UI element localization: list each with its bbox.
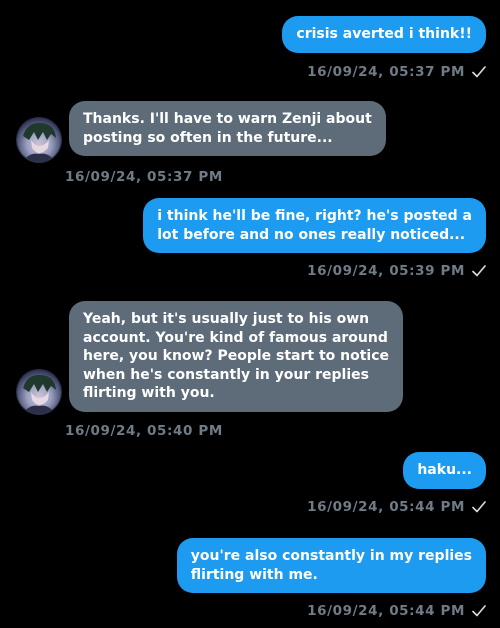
message-timestamp: 16/09/24, 05:37 PM xyxy=(65,169,223,185)
message-bubble-outgoing[interactable]: i think he'll be fine, right? he's poste… xyxy=(143,198,486,253)
check-icon xyxy=(472,605,486,617)
message-bubble-incoming[interactable]: Thanks. I'll have to warn Zenji about po… xyxy=(69,101,386,156)
avatar[interactable] xyxy=(17,370,61,414)
chat-thread: crisis averted i think!! 16/09/24, 05:37… xyxy=(0,0,500,628)
message-meta: 16/09/24, 05:44 PM xyxy=(307,499,486,515)
message-bubble-outgoing[interactable]: crisis averted i think!! xyxy=(282,16,486,53)
message-timestamp: 16/09/24, 05:44 PM xyxy=(307,499,465,515)
check-icon xyxy=(472,501,486,513)
message-timestamp: 16/09/24, 05:37 PM xyxy=(307,64,465,80)
message-meta: 16/09/24, 05:37 PM xyxy=(307,64,486,80)
avatar-illustration xyxy=(23,122,56,162)
message-meta: 16/09/24, 05:39 PM xyxy=(307,263,486,279)
message-bubble-outgoing[interactable]: haku... xyxy=(403,452,486,489)
message-timestamp: 16/09/24, 05:44 PM xyxy=(307,603,465,619)
check-icon xyxy=(472,265,486,277)
message-bubble-incoming[interactable]: Yeah, but it's usually just to his own a… xyxy=(69,301,404,412)
check-icon xyxy=(472,66,486,78)
message-timestamp: 16/09/24, 05:39 PM xyxy=(307,263,465,279)
message-bubble-outgoing[interactable]: you're also constantly in my replies fli… xyxy=(176,538,486,593)
avatar[interactable] xyxy=(17,118,61,162)
message-timestamp: 16/09/24, 05:40 PM xyxy=(65,423,223,439)
message-meta: 16/09/24, 05:44 PM xyxy=(307,603,486,619)
avatar-illustration xyxy=(23,374,56,414)
